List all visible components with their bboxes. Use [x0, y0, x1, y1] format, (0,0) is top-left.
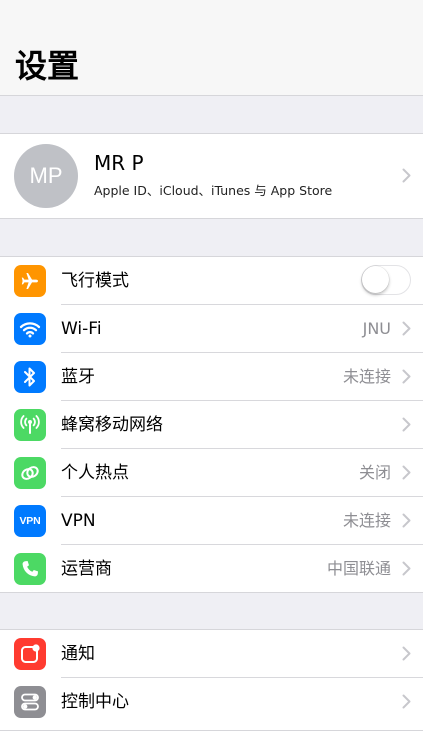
chevron-right-icon: [402, 694, 411, 709]
hotspot-link-icon: [14, 457, 46, 489]
phone-icon: [14, 553, 46, 585]
settings-value: JNU: [362, 319, 391, 338]
settings-row-control-center[interactable]: 控制中心: [0, 678, 423, 726]
vpn-icon: VPN: [14, 505, 46, 537]
chevron-right-icon: [402, 561, 411, 576]
avatar: MP: [14, 144, 78, 208]
profile-subtitle: Apple ID、iCloud、iTunes 与 App Store: [94, 183, 333, 198]
settings-row-wifi[interactable]: Wi-Fi JNU: [0, 305, 423, 353]
chevron-right-icon: [402, 369, 411, 384]
settings-label: 飞行模式: [61, 271, 129, 291]
settings-row-personal-hotspot[interactable]: 个人热点 关闭: [0, 449, 423, 497]
wifi-icon: [14, 313, 46, 345]
chevron-right-icon: [402, 465, 411, 480]
airplane-icon: [14, 265, 46, 297]
system-settings-group: 通知 控制中心: [0, 629, 423, 731]
settings-label: VPN: [61, 511, 96, 531]
settings-label: 控制中心: [61, 692, 129, 712]
settings-label: 个人热点: [61, 463, 129, 483]
settings-row-bluetooth[interactable]: 蓝牙 未连接: [0, 353, 423, 401]
settings-label: 蓝牙: [61, 367, 95, 387]
notifications-icon: [14, 638, 46, 670]
settings-row-cellular[interactable]: 蜂窝移动网络: [0, 401, 423, 449]
toggle-knob: [362, 266, 389, 293]
settings-value: 未连接: [342, 511, 391, 530]
settings-value: 未连接: [342, 367, 391, 386]
profile-name: MR P: [94, 151, 144, 175]
settings-value: 中国联通: [326, 559, 391, 578]
control-center-icon: [14, 686, 46, 718]
page-title: 设置: [15, 47, 80, 85]
settings-label: 运营商: [61, 559, 112, 579]
vpn-icon-text: VPN: [19, 515, 41, 527]
settings-row-carrier[interactable]: 运营商 中国联通: [0, 545, 423, 593]
apple-id-profile-row[interactable]: MP MR P Apple ID、iCloud、iTunes 与 App Sto…: [0, 133, 423, 219]
settings-label: 蜂窝移动网络: [61, 415, 163, 435]
chevron-right-icon: [402, 646, 411, 661]
chevron-right-icon: [402, 513, 411, 528]
chevron-right-icon: [402, 417, 411, 432]
chevron-right-icon: [402, 321, 411, 336]
airplane-mode-toggle[interactable]: [361, 265, 411, 295]
settings-value: 关闭: [358, 463, 391, 482]
settings-row-notifications[interactable]: 通知: [0, 630, 423, 678]
cellular-antenna-icon: [14, 409, 46, 441]
bluetooth-icon: [14, 361, 46, 393]
navigation-header: 设置: [0, 0, 423, 96]
settings-row-airplane-mode: 飞行模式: [0, 257, 423, 305]
settings-row-vpn[interactable]: VPN VPN 未连接: [0, 497, 423, 545]
settings-label: 通知: [61, 644, 95, 664]
settings-label: Wi-Fi: [61, 319, 102, 339]
connectivity-settings-group: 飞行模式 Wi-Fi JNU 蓝牙 未连接 蜂窝移动网络 个人热点 关闭 VPN…: [0, 256, 423, 593]
chevron-right-icon: [402, 168, 411, 183]
